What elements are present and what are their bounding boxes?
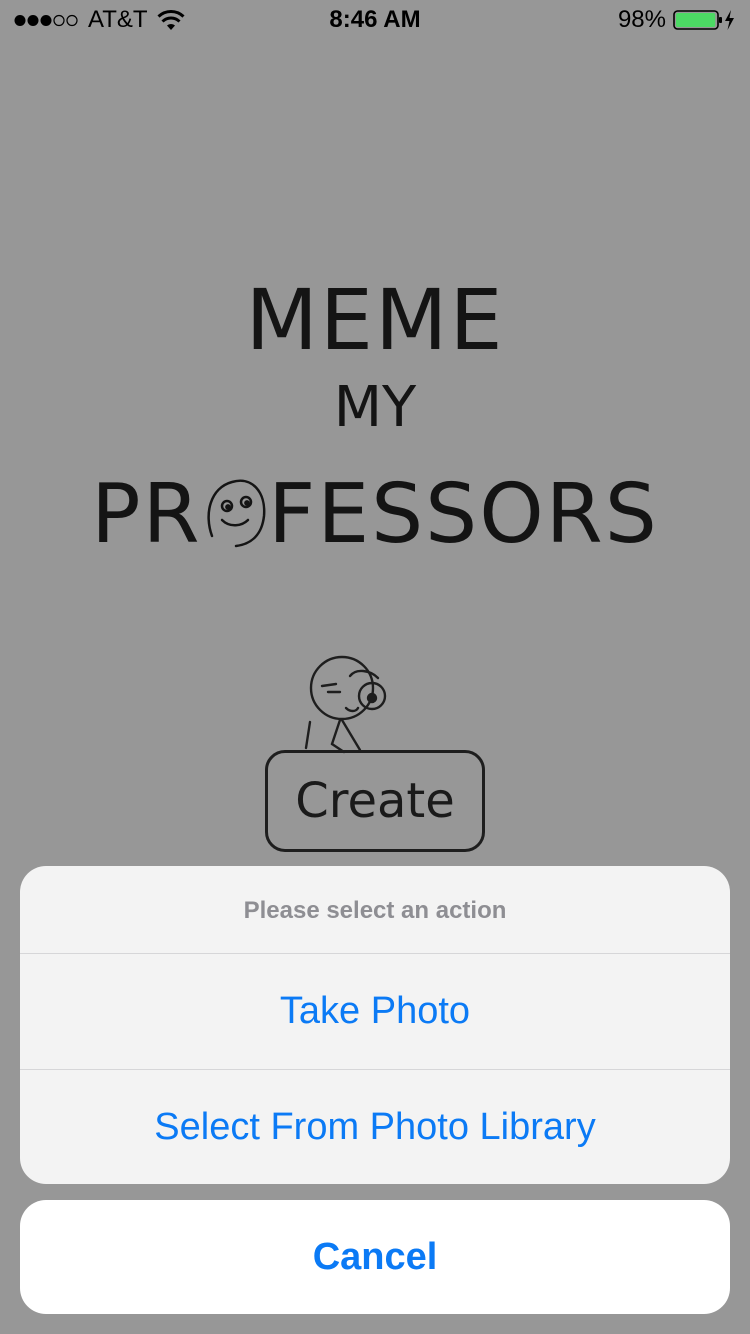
- take-photo-button[interactable]: Take Photo: [20, 954, 730, 1069]
- logo-title-my: MY: [333, 375, 417, 440]
- select-from-photo-library-button[interactable]: Select From Photo Library: [20, 1069, 730, 1184]
- rage-comic-character-icon: [304, 655, 387, 754]
- action-sheet-title: Please select an action: [20, 866, 730, 954]
- battery-charging-icon: [673, 10, 734, 30]
- logo-title-professors: PROFESSORS: [0, 470, 750, 554]
- cancel-button[interactable]: Cancel: [20, 1200, 730, 1314]
- app-logo: MEME MY PROFESSORS: [0, 270, 750, 554]
- create-button[interactable]: Create: [265, 750, 485, 852]
- svg-text:PROFESSORS: PROFESSORS: [91, 470, 659, 554]
- logo-title-meme: MEME: [245, 271, 505, 369]
- battery-percentage: 98%: [617, 6, 666, 33]
- status-bar: AT&T 8:46 AM 98%: [0, 0, 750, 40]
- action-sheet: Please select an action Take Photo Selec…: [20, 866, 730, 1184]
